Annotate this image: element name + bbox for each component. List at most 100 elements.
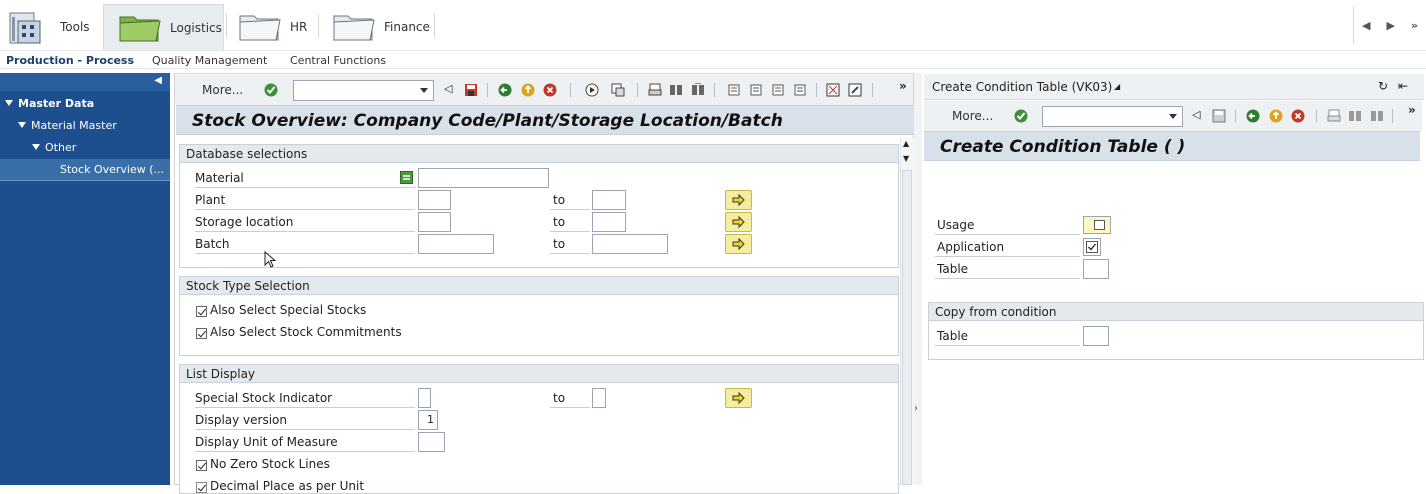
to-label: to [553, 391, 566, 405]
material-input[interactable] [418, 168, 549, 188]
chevron-down-icon [1169, 114, 1177, 119]
more-menu[interactable]: More... [952, 109, 993, 123]
back-icon[interactable] [1246, 109, 1260, 123]
scroll-up-icon[interactable]: ▲ [903, 139, 909, 148]
sidebar-item-other[interactable]: Other [32, 141, 76, 154]
refresh-icon[interactable]: ↻ [1378, 79, 1388, 93]
special-stocks-label: Also Select Special Stocks [210, 303, 367, 317]
toolbar-overflow-icon[interactable]: » [899, 79, 907, 93]
save-icon[interactable] [1212, 109, 1226, 123]
material-label: Material [195, 171, 244, 185]
back-arrow-icon[interactable]: ◁ [444, 82, 452, 95]
copy-table-input[interactable] [1083, 326, 1109, 346]
sidebar-item-label: Stock Overview (... [60, 163, 165, 176]
confirm-icon[interactable] [264, 83, 278, 97]
tab-hr[interactable]: HR [238, 4, 318, 50]
execute-icon[interactable] [585, 83, 599, 97]
page-title: Stock Overview: Company Code/Plant/Stora… [192, 111, 783, 131]
stock-commitments-checkbox[interactable] [196, 328, 207, 339]
sidebar-item-label: Material Master [31, 119, 117, 132]
display-uom-label: Display Unit of Measure [195, 435, 338, 449]
exit-icon[interactable] [521, 83, 535, 97]
application-input[interactable] [1083, 238, 1101, 256]
usage-input[interactable] [1083, 216, 1111, 234]
storage-location-to-input[interactable] [592, 212, 626, 232]
save-icon[interactable] [464, 83, 478, 97]
layout-icon[interactable] [826, 83, 840, 97]
pin-icon[interactable]: ⇤ [1398, 79, 1408, 93]
storage-location-from-input[interactable] [418, 212, 451, 232]
command-field[interactable] [1042, 106, 1183, 127]
confirm-icon[interactable] [1014, 109, 1028, 123]
side-pane: Create Condition Table (VK03) ◢ ↻ ⇤ More… [922, 73, 1426, 485]
plant-multiple-selection-button[interactable] [725, 190, 752, 210]
help-icon[interactable] [848, 83, 862, 97]
no-zero-stock-checkbox[interactable] [196, 460, 207, 471]
display-uom-input[interactable] [418, 432, 445, 452]
special-stocks-checkbox[interactable] [196, 306, 207, 317]
multiple-selection-icon[interactable] [400, 171, 413, 184]
dropdown-triangle-icon[interactable]: ◢ [1114, 82, 1120, 91]
find-next-icon[interactable] [1370, 109, 1384, 123]
scroll-thumb[interactable] [902, 170, 912, 485]
exit-icon[interactable] [1269, 109, 1283, 123]
variant-icon[interactable] [611, 83, 625, 97]
group-header: Stock Type Selection [180, 277, 898, 295]
storage-location-multiple-selection-button[interactable] [725, 212, 752, 232]
print-icon[interactable] [1327, 109, 1341, 123]
arrow-right-icon [732, 193, 745, 207]
last-page-icon[interactable] [793, 83, 807, 97]
print-icon[interactable] [648, 83, 662, 97]
cancel-icon[interactable] [1291, 109, 1305, 123]
tab-tools[interactable]: Tools [8, 4, 102, 50]
find-next-icon[interactable] [691, 83, 705, 97]
table-label: Table [937, 262, 969, 276]
back-icon[interactable] [498, 83, 512, 97]
more-menu[interactable]: More... [202, 83, 243, 97]
toolbar-overflow-icon[interactable]: » [1408, 103, 1416, 117]
launchpad-bar: Tools Logistics HR Finance ◀ ▶ » [0, 0, 1426, 51]
table-input[interactable] [1083, 259, 1109, 279]
tab-logistics[interactable]: Logistics [103, 4, 224, 50]
display-version-input[interactable]: 1 [418, 410, 438, 430]
back-arrow-icon[interactable]: ◁ [1192, 108, 1200, 121]
special-stock-indicator-multiple-selection-button[interactable] [725, 388, 752, 408]
decimal-place-checkbox[interactable] [196, 482, 207, 493]
scroll-down-icon[interactable]: ▼ [903, 154, 909, 163]
first-page-icon[interactable] [727, 83, 741, 97]
special-stock-indicator-from-input[interactable] [418, 388, 431, 408]
scroll-left-icon[interactable]: ◀ [1362, 19, 1370, 32]
building-icon [9, 12, 41, 44]
command-field[interactable] [293, 80, 434, 101]
group-header: Database selections [180, 145, 898, 163]
plant-to-input[interactable] [592, 190, 626, 210]
cancel-icon[interactable] [543, 83, 557, 97]
plant-from-input[interactable] [418, 190, 451, 210]
value-help-icon[interactable] [1094, 220, 1105, 230]
display-version-label: Display version [195, 413, 287, 427]
scroll-right-icon[interactable]: ▶ [1386, 19, 1394, 32]
nav-production-process[interactable]: Production - Process [6, 54, 134, 67]
main-pane: More... ◁ » Stock Overview: Company Code… [174, 73, 914, 494]
main-scrollbar[interactable]: ▲ ▼ [900, 138, 914, 485]
batch-from-input[interactable] [418, 234, 494, 254]
find-icon[interactable] [669, 83, 683, 97]
sidebar-item-stock-overview[interactable]: Stock Overview (... [0, 159, 170, 181]
pane-splitter[interactable]: › [914, 73, 922, 485]
special-stock-indicator-to-input[interactable] [592, 388, 606, 408]
nav-quality-management[interactable]: Quality Management [152, 54, 267, 67]
nav-central-functions[interactable]: Central Functions [290, 54, 386, 67]
next-page-icon[interactable] [771, 83, 785, 97]
secondary-nav: Production - Process Quality Management … [0, 51, 1426, 71]
expand-icon[interactable]: › [914, 403, 918, 414]
more-tabs-icon[interactable]: » [1411, 19, 1418, 32]
batch-multiple-selection-button[interactable] [725, 234, 752, 254]
batch-to-input[interactable] [592, 234, 668, 254]
collapse-icon[interactable]: ◀ [154, 75, 162, 86]
previous-page-icon[interactable] [749, 83, 763, 97]
tab-finance[interactable]: Finance [332, 4, 432, 50]
find-icon[interactable] [1348, 109, 1362, 123]
sidebar-item-material-master[interactable]: Material Master [18, 119, 117, 132]
tab-tools-label: Tools [60, 20, 90, 34]
sidebar-item-master-data[interactable]: Master Data [5, 97, 94, 110]
